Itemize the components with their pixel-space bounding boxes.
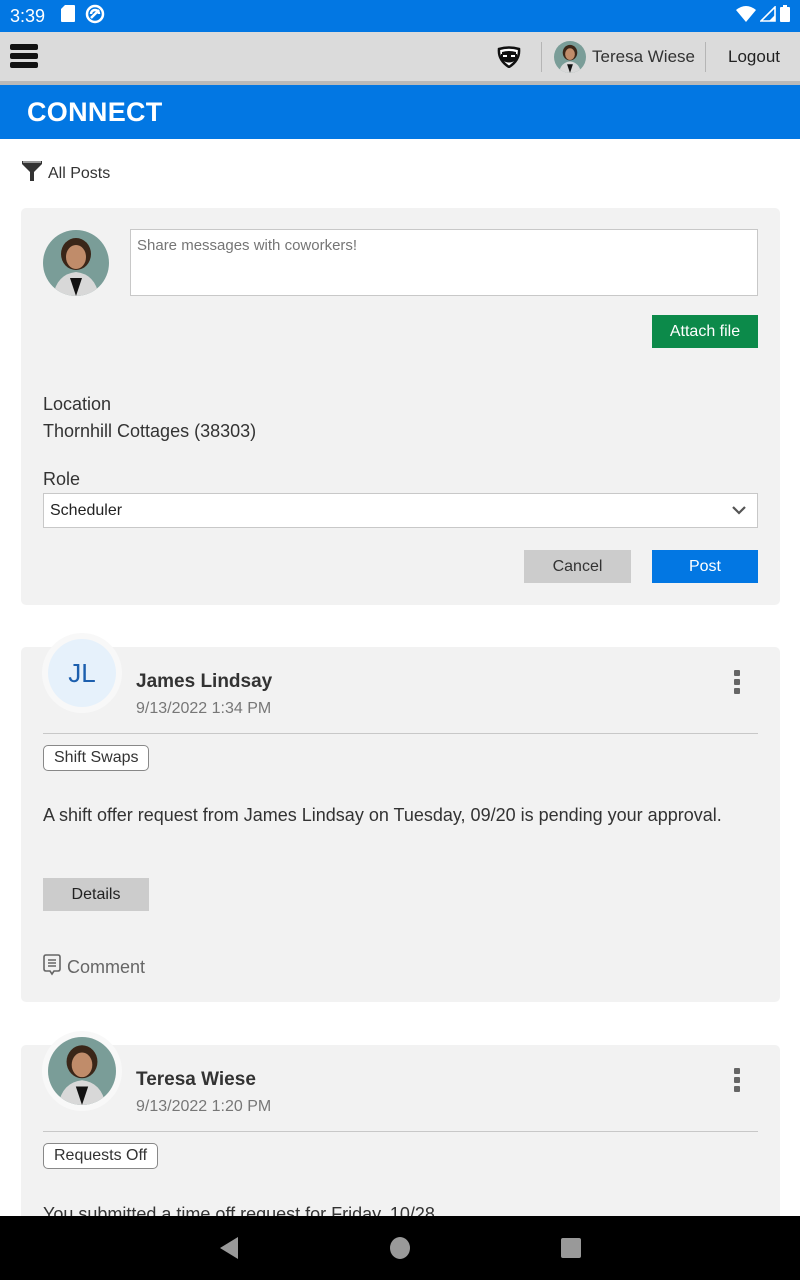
post-button[interactable]: Post xyxy=(652,550,758,583)
avatar xyxy=(42,1031,122,1111)
system-nav-bar xyxy=(0,1216,800,1280)
avatar: JL xyxy=(42,633,122,713)
post-timestamp: 9/13/2022 1:34 PM xyxy=(136,700,272,717)
logout-button[interactable]: Logout xyxy=(706,47,800,67)
sd-card-icon xyxy=(61,5,76,27)
incognito-mask-icon[interactable] xyxy=(489,41,529,73)
post-card: JL James Lindsay 9/13/2022 1:34 PM Shift… xyxy=(21,633,780,1002)
avatar xyxy=(554,40,587,73)
app-bar: Teresa Wiese Logout xyxy=(0,32,800,85)
recents-icon[interactable] xyxy=(560,1236,582,1265)
attach-file-button[interactable]: Attach file xyxy=(652,315,758,348)
post-composer: Attach file Location Thornhill Cottages … xyxy=(21,208,780,605)
role-label: Role xyxy=(43,469,81,489)
post-body: A shift offer request from James Lindsay… xyxy=(43,805,722,825)
page-title: CONNECT xyxy=(27,96,163,127)
post-tag[interactable]: Shift Swaps xyxy=(43,745,150,771)
status-bar: 3:39 xyxy=(0,0,800,32)
location-value: Thornhill Cottages (38303) xyxy=(43,421,257,441)
filter-label: All Posts xyxy=(48,164,111,182)
filter-icon xyxy=(21,160,43,187)
post-tag[interactable]: Requests Off xyxy=(43,1143,159,1169)
status-time: 3:39 xyxy=(10,5,46,26)
role-selected-value: Scheduler xyxy=(50,501,123,519)
sync-icon xyxy=(85,4,105,29)
details-button[interactable]: Details xyxy=(43,878,149,911)
avatar-initials: JL xyxy=(48,639,116,707)
comment-label: Comment xyxy=(67,957,146,977)
chevron-down-icon xyxy=(731,503,747,522)
back-icon[interactable] xyxy=(219,1236,239,1265)
divider xyxy=(43,733,758,734)
avatar-photo xyxy=(48,1037,116,1105)
page-header: CONNECT xyxy=(0,85,800,139)
wifi-icon xyxy=(736,5,756,27)
post-author: Teresa Wiese xyxy=(136,1069,256,1090)
comment-button[interactable]: Comment xyxy=(43,954,145,981)
user-name: Teresa Wiese xyxy=(592,46,695,66)
role-select[interactable]: Scheduler xyxy=(43,493,758,528)
home-icon[interactable] xyxy=(389,1236,411,1265)
post-card: Teresa Wiese 9/13/2022 1:20 PM Requests … xyxy=(21,1031,780,1245)
post-timestamp: 9/13/2022 1:20 PM xyxy=(136,1098,272,1115)
cell-signal-icon xyxy=(759,4,776,27)
more-options-icon[interactable] xyxy=(727,1065,747,1095)
location-label: Location xyxy=(43,394,112,414)
post-author: James Lindsay xyxy=(136,671,273,692)
message-input[interactable] xyxy=(130,229,758,296)
user-menu[interactable]: Teresa Wiese xyxy=(542,40,705,73)
battery-icon xyxy=(780,5,790,27)
hamburger-icon[interactable] xyxy=(10,44,38,72)
more-options-icon[interactable] xyxy=(727,667,747,697)
avatar xyxy=(43,230,109,296)
divider xyxy=(43,1131,758,1132)
comment-icon xyxy=(43,954,61,981)
filter-button[interactable]: All Posts xyxy=(21,160,110,187)
cancel-button[interactable]: Cancel xyxy=(524,550,631,583)
